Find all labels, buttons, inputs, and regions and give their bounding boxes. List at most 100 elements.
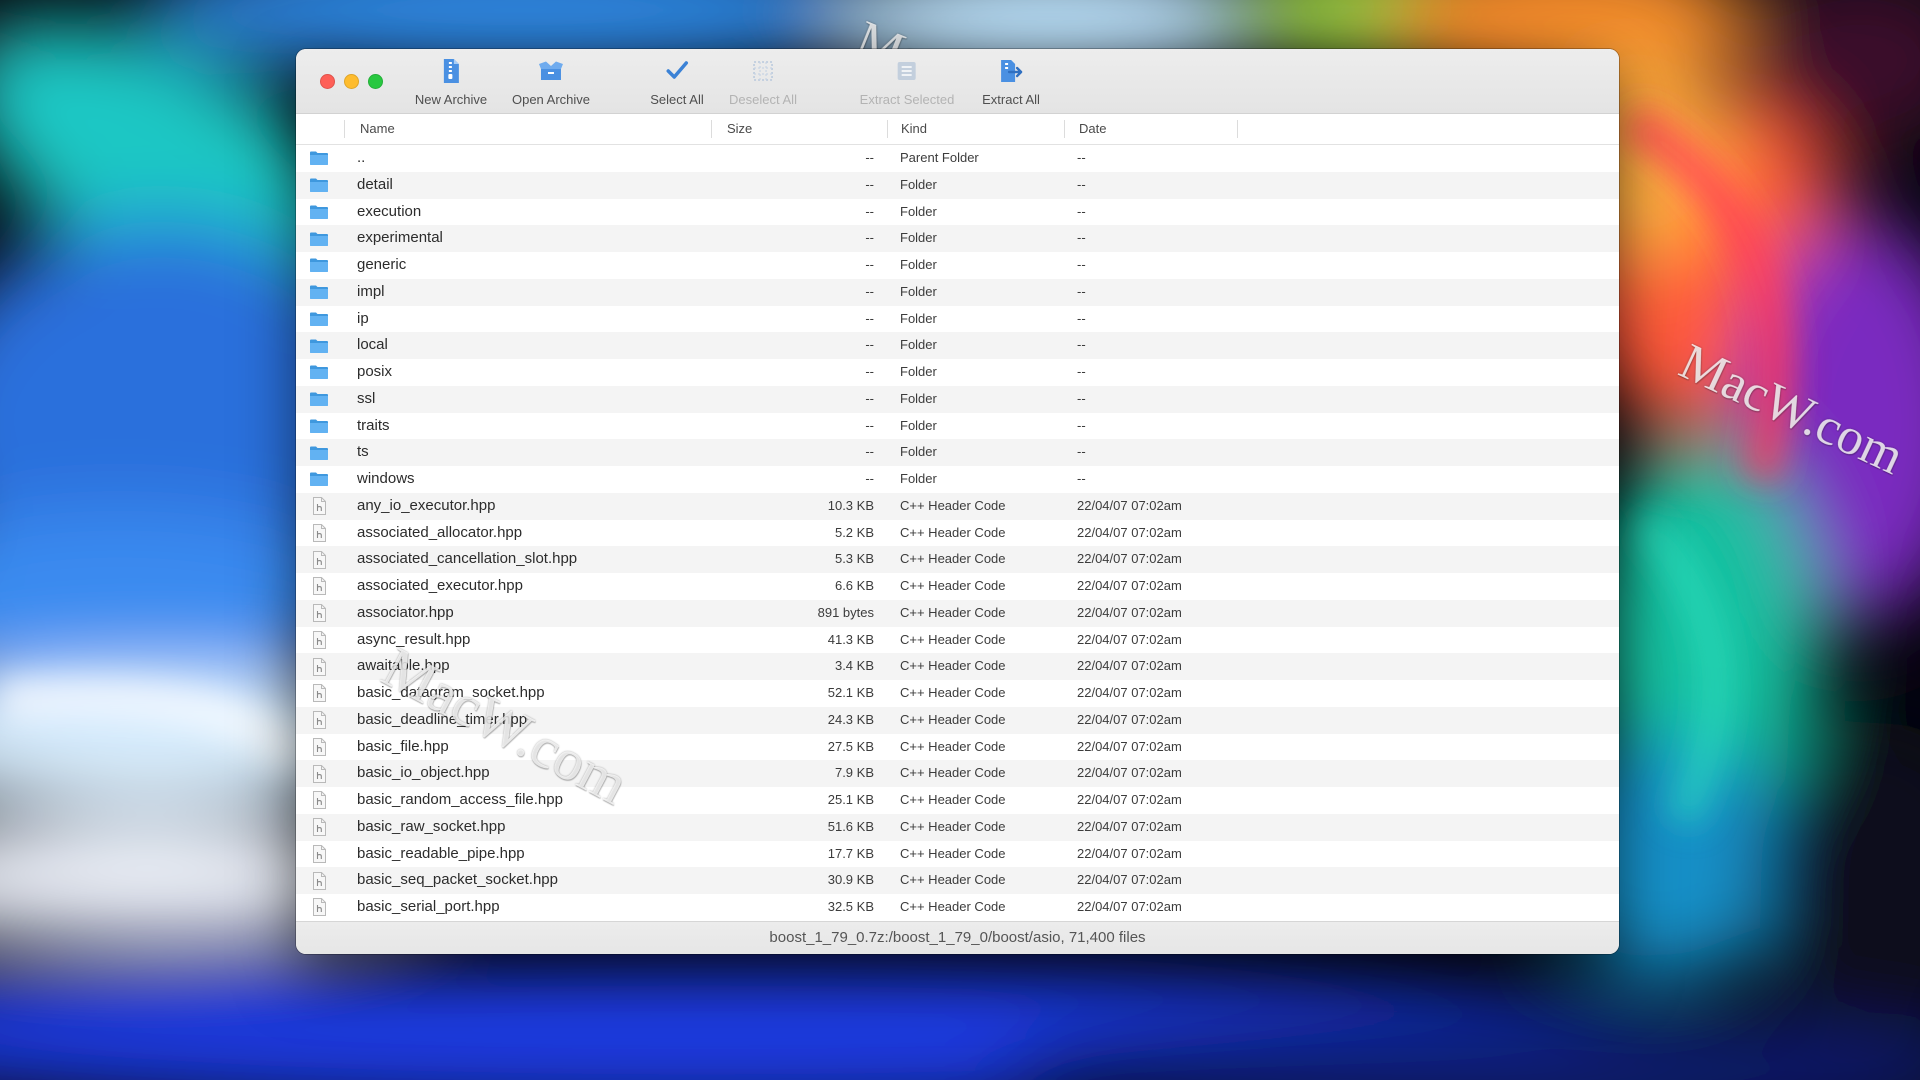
folder-icon: [308, 225, 330, 252]
file-name: basic_random_access_file.hpp: [357, 791, 563, 808]
column-header-name[interactable]: Name: [360, 114, 395, 144]
extract-all-button[interactable]: Extract All: [982, 57, 1040, 107]
file-size: 17.7 KB: [827, 845, 874, 861]
table-row[interactable]: experimental -- Folder --: [296, 225, 1619, 252]
file-name: ip: [357, 309, 369, 327]
table-row[interactable]: .. -- Parent Folder --: [296, 145, 1619, 172]
file-name: async_result.hpp: [357, 630, 471, 648]
table-row[interactable]: execution -- Folder --: [296, 198, 1619, 226]
file-name: generic: [357, 256, 407, 273]
table-row[interactable]: basic_deadline_timer.hpp 24.3 KB C++ Heade…: [296, 706, 1619, 734]
table-row[interactable]: basic_file.hpp 27.5 KB C++ Header Code 22/0…: [296, 733, 1619, 761]
file-kind: C++ Header Code: [900, 845, 1006, 861]
file-kind: Folder: [900, 471, 937, 486]
file-name: associator.hpp: [357, 603, 454, 621]
column-divider[interactable]: [887, 120, 888, 138]
column-divider[interactable]: [1064, 120, 1065, 138]
table-row[interactable]: basic_serial_port.hpp 32.5 KB C++ Header C…: [296, 894, 1619, 921]
deselect-all-button[interactable]: Deselect All: [729, 57, 797, 107]
table-row[interactable]: posix -- Folder --: [296, 359, 1619, 386]
toolbar: New Archive Open Archive Select All Dese…: [296, 49, 1619, 114]
table-row[interactable]: ts -- Folder --: [296, 439, 1619, 466]
file-size: 32.5 KB: [827, 899, 874, 914]
table-row[interactable]: associated_executor.hpp 6.6 KB C++ Header …: [296, 573, 1619, 600]
header-file-icon: [308, 734, 330, 761]
table-row[interactable]: local -- Folder --: [296, 332, 1619, 359]
folder-icon: [308, 386, 330, 413]
column-divider[interactable]: [344, 120, 345, 138]
column-divider[interactable]: [1237, 120, 1238, 138]
zoom-window-button[interactable]: [368, 74, 383, 89]
file-date: 22/04/07 07:02am: [1077, 818, 1182, 834]
deselect-all-label: Deselect All: [729, 92, 797, 107]
file-kind: C++ Header Code: [900, 604, 1006, 620]
table-row[interactable]: ip -- Folder --: [296, 305, 1619, 333]
table-row[interactable]: associated_cancellation_slot.hpp 5.3 KB C+…: [296, 546, 1619, 573]
file-name: windows: [357, 470, 415, 487]
file-kind: C++ Header Code: [900, 711, 1006, 727]
table-row[interactable]: basic_readable_pipe.hpp 17.7 KB C++ Header…: [296, 840, 1619, 868]
table-row[interactable]: basic_random_access_file.hpp 25.1 KB C++ H…: [296, 787, 1619, 814]
file-kind: Folder: [900, 364, 937, 379]
file-name: local: [357, 336, 388, 354]
table-row[interactable]: ssl -- Folder --: [296, 385, 1619, 413]
table-row[interactable]: associated_allocator.hpp 5.2 KB C++ Header…: [296, 519, 1619, 547]
column-header-size[interactable]: Size: [727, 114, 752, 144]
table-row[interactable]: impl -- Folder --: [296, 278, 1619, 306]
file-date: 22/04/07 07:02am: [1077, 524, 1182, 540]
file-name: basic_serial_port.hpp: [357, 898, 500, 915]
file-size: --: [865, 150, 874, 165]
file-date: --: [1077, 257, 1086, 272]
table-row[interactable]: any_io_executor.hpp 10.3 KB C++ Header Cod…: [296, 492, 1619, 520]
file-name: impl: [357, 282, 385, 300]
file-date: 22/04/07 07:02am: [1077, 792, 1182, 807]
column-divider[interactable]: [711, 120, 712, 138]
file-list[interactable]: .. -- Parent Folder -- detail -- Folder -- execu…: [296, 145, 1619, 921]
file-name: associated_executor.hpp: [357, 577, 523, 594]
file-size: 27.5 KB: [827, 738, 874, 754]
file-name: traits: [357, 416, 390, 434]
table-row[interactable]: windows -- Folder --: [296, 466, 1619, 493]
table-row[interactable]: basic_seq_packet_socket.hpp 30.9 KB C++ He…: [296, 867, 1619, 894]
table-row[interactable]: basic_datagram_socket.hpp 52.1 KB C++ Head…: [296, 680, 1619, 707]
file-date: 22/04/07 07:02am: [1077, 658, 1182, 674]
file-kind: Folder: [900, 203, 937, 219]
file-size: --: [865, 310, 874, 326]
file-kind: Folder: [900, 283, 937, 299]
file-size: --: [865, 337, 874, 353]
file-kind: C++ Header Code: [900, 899, 1006, 914]
table-row[interactable]: associator.hpp 891 bytes C++ Header Code 22…: [296, 599, 1619, 627]
file-kind: C++ Header Code: [900, 765, 1006, 781]
open-archive-button[interactable]: Open Archive: [512, 57, 590, 107]
file-name: execution: [357, 202, 422, 220]
file-name: basic_file.hpp: [357, 737, 449, 755]
table-row[interactable]: async_result.hpp 41.3 KB C++ Header Code 22…: [296, 626, 1619, 654]
new-archive-button[interactable]: New Archive: [415, 57, 487, 107]
table-row[interactable]: basic_io_object.hpp 7.9 KB C++ Header Code…: [296, 760, 1619, 787]
minimize-window-button[interactable]: [344, 74, 359, 89]
select-all-button[interactable]: Select All: [650, 57, 704, 107]
extract-selected-icon: [896, 57, 918, 85]
table-row[interactable]: basic_raw_socket.hpp 51.6 KB C++ Header Co…: [296, 813, 1619, 841]
folder-icon: [308, 439, 330, 466]
file-name: ssl: [357, 389, 376, 407]
column-header-date[interactable]: Date: [1079, 114, 1106, 144]
close-window-button[interactable]: [320, 74, 335, 89]
archive-window: New Archive Open Archive Select All Dese…: [296, 49, 1619, 954]
column-header-kind[interactable]: Kind: [901, 114, 927, 144]
file-kind: Folder: [900, 257, 937, 272]
folder-icon: [308, 306, 330, 333]
table-row[interactable]: awaitable.hpp 3.4 KB C++ Header Code 22/04/…: [296, 653, 1619, 680]
file-size: 7.9 KB: [834, 765, 874, 781]
extract-selected-button[interactable]: Extract Selected: [860, 57, 954, 107]
table-row[interactable]: detail -- Folder --: [296, 171, 1619, 199]
open-archive-icon: [538, 57, 564, 85]
file-kind: Folder: [900, 390, 937, 406]
file-date: 22/04/07 07:02am: [1077, 711, 1182, 727]
table-row[interactable]: generic -- Folder --: [296, 252, 1619, 279]
table-row[interactable]: traits -- Folder --: [296, 412, 1619, 440]
file-name: experimental: [357, 229, 443, 247]
column-header-row: Name Size Kind Date: [296, 114, 1619, 145]
select-all-label: Select All: [650, 92, 704, 107]
file-name: associated_cancellation_slot.hpp: [357, 550, 578, 568]
